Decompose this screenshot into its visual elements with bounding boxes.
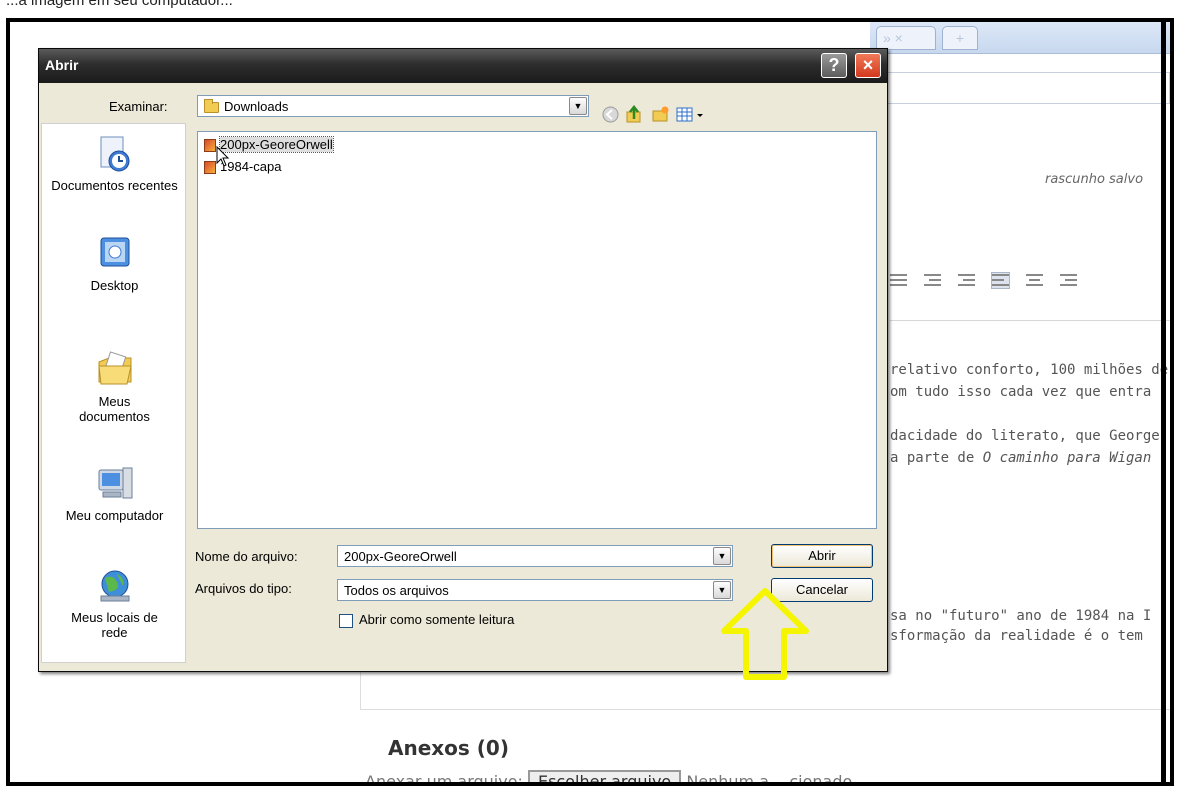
editor-toolbar — [890, 260, 1170, 300]
look-in-value: Downloads — [204, 99, 288, 114]
recent-documents-icon — [100, 136, 129, 172]
draft-status: rascunho salvo — [1045, 172, 1144, 187]
back-icon[interactable] — [601, 105, 620, 124]
look-in-label: Examinar: — [109, 99, 168, 114]
align-right-icon[interactable] — [1060, 273, 1077, 288]
look-in-text: Downloads — [224, 99, 289, 114]
view-menu-icon[interactable] — [675, 105, 707, 124]
place-network[interactable]: Meus locais de rede — [42, 566, 187, 640]
folder-icon — [204, 99, 219, 114]
file-list[interactable]: 200px-GeoreOrwell 1984-capa — [197, 131, 877, 529]
help-button[interactable]: ? — [821, 53, 847, 78]
browser-tab[interactable]: » × — [876, 26, 936, 50]
look-in-dropdown[interactable]: Downloads ▼ — [197, 95, 589, 117]
chevron-down-icon[interactable]: ▼ — [713, 547, 731, 565]
filename-label: Nome do arquivo: — [195, 549, 298, 564]
my-documents-icon — [97, 351, 132, 385]
increase-indent-icon[interactable] — [958, 273, 975, 288]
capture-area: » × + rascunho salvo relativo conforto, … — [6, 18, 1174, 786]
caption-text: ...a imagem em seu computador... — [6, 0, 233, 9]
paragraph-line: dacidade do literato, que George — [890, 428, 1160, 444]
attach-row: Anexar um arquivo: Escolher arquivo Nenh… — [365, 770, 853, 786]
place-label: Meus documentos — [79, 394, 150, 424]
filetype-label: Arquivos do tipo: — [195, 581, 292, 596]
network-places-icon — [100, 570, 129, 602]
paragraph-text: a parte de — [890, 450, 983, 466]
dialog-title: Abrir — [45, 57, 79, 73]
image-file-icon — [204, 161, 216, 175]
choose-file-button[interactable]: Escolher arquivo — [527, 770, 682, 782]
my-computer-icon — [98, 467, 132, 499]
file-name: 200px-GeoreOrwell — [219, 136, 334, 153]
align-left-icon[interactable] — [991, 271, 1010, 289]
readonly-label: Abrir como somente leitura — [359, 612, 515, 627]
bulleted-list-icon[interactable] — [890, 273, 907, 288]
address-bar[interactable] — [870, 72, 1170, 104]
editor-divider — [890, 320, 1170, 321]
filename-value: 200px-GeoreOrwell — [344, 549, 457, 564]
open-button[interactable]: Abrir — [771, 544, 873, 568]
place-my-documents[interactable]: Meus documentos — [42, 350, 187, 424]
filetype-value: Todos os arquivos — [344, 583, 449, 598]
paragraph-line: sa no "futuro" ano de 1984 na I — [890, 608, 1152, 624]
decrease-indent-icon[interactable] — [924, 273, 941, 288]
place-label: Meu computador — [65, 508, 164, 523]
book-title-italic: O caminho para Wigan — [982, 450, 1152, 466]
image-file-icon — [204, 139, 216, 153]
filetype-dropdown[interactable]: Todos os arquivos ▼ — [337, 579, 733, 601]
dialog-title-bar[interactable]: Abrir ? × — [39, 49, 887, 83]
screenshot-frame: ...a imagem em seu computador... » × + r… — [0, 0, 1180, 790]
new-tab-button[interactable]: + — [942, 26, 978, 50]
place-label: Meus locais de rede — [71, 610, 158, 640]
readonly-checkbox[interactable] — [339, 614, 353, 628]
chevron-down-icon[interactable]: ▼ — [569, 97, 587, 115]
highlight-arrow-icon — [721, 588, 809, 680]
place-my-computer[interactable]: Meu computador — [42, 464, 187, 523]
paragraph-line: a parte de O caminho para Wigan — [890, 450, 1151, 466]
place-label: Documentos recentes — [51, 178, 178, 193]
attachments-title: Anexos (0) — [388, 736, 509, 760]
open-file-dialog: Abrir ? × Examinar: Downloads ▼ Document… — [38, 48, 888, 672]
place-label: Desktop — [90, 278, 139, 293]
attach-label: Anexar um arquivo: — [365, 772, 523, 786]
filename-field[interactable]: 200px-GeoreOrwell ▼ — [337, 545, 733, 567]
desktop-icon — [100, 237, 129, 267]
paragraph-line: om tudo isso cada vez que entra — [890, 384, 1152, 400]
close-button[interactable]: × — [855, 53, 881, 78]
place-desktop[interactable]: Desktop — [42, 234, 187, 293]
browser-tab-bar: » × + — [870, 22, 1170, 54]
paragraph-line: sformação da realidade é o tem — [890, 628, 1143, 644]
places-bar: Documentos recentes Desktop Meus documen… — [41, 123, 186, 663]
place-recent-documents[interactable]: Documentos recentes — [42, 134, 187, 193]
new-folder-icon[interactable] — [651, 105, 670, 124]
up-folder-icon[interactable] — [625, 105, 644, 124]
no-file-text: Nenhum a... cionado — [686, 772, 853, 786]
paragraph-line: relativo conforto, 100 milhões de — [890, 362, 1169, 378]
align-center-icon[interactable] — [1026, 273, 1043, 288]
right-frame-bar — [1161, 22, 1166, 782]
mouse-cursor-icon — [216, 146, 230, 167]
